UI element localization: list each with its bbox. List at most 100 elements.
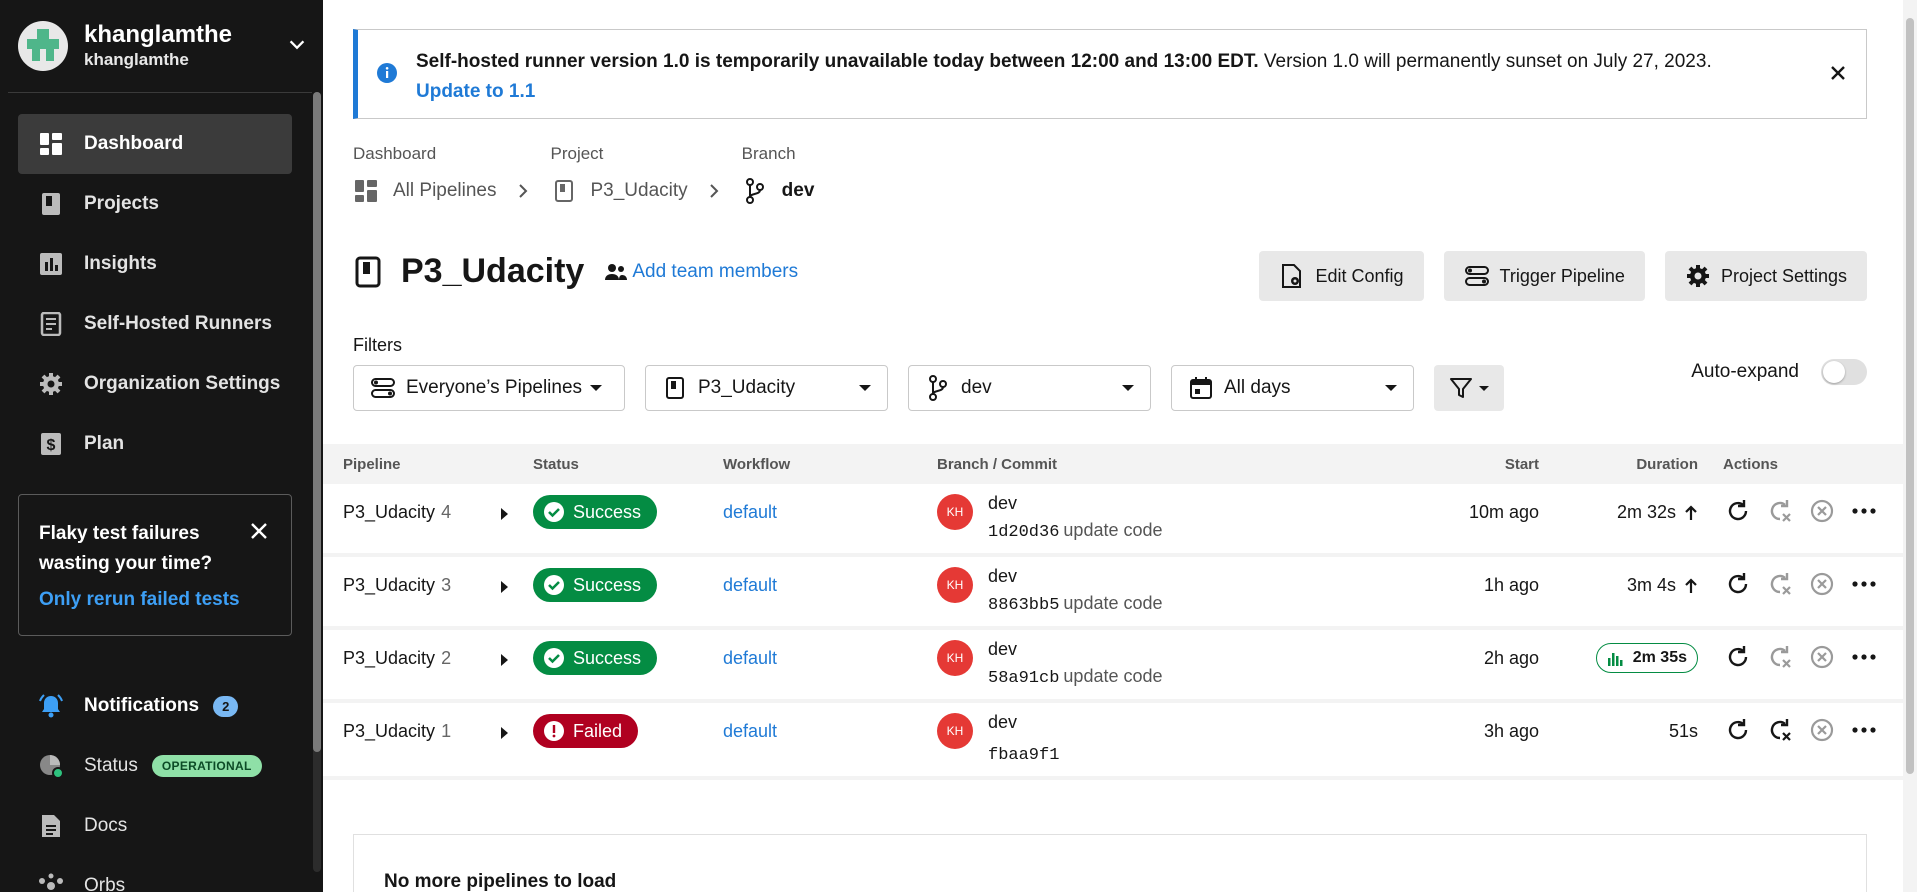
breadcrumb-value: P3_Udacity [590,180,688,201]
cancel-icon[interactable] [1807,642,1837,672]
sidebar-divider [8,92,312,93]
advanced-filter-button[interactable] [1434,365,1504,411]
page-scrollbar-thumb[interactable] [1906,18,1914,774]
pipeline-link[interactable]: P3_Udacity 3 [343,575,451,596]
sidebar-item-runners[interactable]: Self-Hosted Runners [18,294,292,354]
commit-message: update code [1063,520,1163,540]
expand-triangle-icon[interactable] [501,581,508,593]
sidebar-item-dashboard[interactable]: Dashboard [18,114,292,174]
workflow-link[interactable]: default [723,575,777,596]
workflow-link[interactable]: default [723,721,777,742]
pipeline-link[interactable]: P3_Udacity 4 [343,502,451,523]
expand-triangle-icon[interactable] [501,727,508,739]
commit-hash[interactable]: fbaa9f1 [988,746,1059,765]
docs-icon [38,813,64,839]
select-value: P3_Udacity [698,377,796,398]
column-header-duration: Duration [1636,456,1698,473]
branch-link[interactable]: dev [988,566,1017,587]
toggle-knob [1823,361,1845,383]
rerun-icon[interactable] [1723,496,1753,526]
sidebar-scrollbar-thumb[interactable] [313,92,321,752]
sidebar-bottom-nav: Notifications 2 Status OPERATIONAL Docs … [18,676,292,892]
rerun-icon[interactable] [1723,715,1753,745]
sidebar-item-insights[interactable]: Insights [18,234,292,294]
commit-hash[interactable]: 8863bb5 [988,596,1059,615]
banner-text: Self-hosted runner version 1.0 is tempor… [416,47,1816,107]
edit-config-button[interactable]: Edit Config [1259,251,1424,301]
sidebar-item-label: Notifications [84,695,200,716]
chevron-down-icon[interactable] [286,34,308,56]
days-filter-select[interactable]: All days [1171,365,1414,411]
breadcrumb-link-all-pipelines[interactable]: All Pipelines [353,178,531,204]
commit-hash[interactable]: 1d20d36 [988,523,1059,542]
duration: 2m 32s [1617,502,1698,523]
page-scrollbar[interactable] [1903,0,1917,892]
cancel-icon[interactable] [1807,496,1837,526]
project-settings-button[interactable]: Project Settings [1664,251,1867,301]
sidebar-item-notifications[interactable]: Notifications 2 [18,676,292,736]
rerun-failed-icon[interactable] [1765,569,1795,599]
branch-link[interactable]: dev [988,639,1017,660]
breadcrumb-current-branch: dev [742,178,815,204]
status-badge[interactable]: Success [533,568,658,602]
sidebar-item-org-settings[interactable]: Organization Settings [18,354,292,414]
orbs-icon [38,873,64,892]
cancel-icon[interactable] [1807,569,1837,599]
table-row: P3_Udacity 4 Success default KH dev 1d20d36 upd… [323,484,1903,557]
sidebar-scrollbar[interactable] [313,92,321,872]
sidebar-item-label: Status [84,755,138,776]
rerun-failed-icon[interactable] [1765,642,1795,672]
close-icon[interactable] [249,521,269,541]
more-options-icon[interactable] [1849,642,1879,672]
duration-insights-badge[interactable]: 2m 35s [1595,643,1698,673]
table-row: P3_Udacity 3 Success default KH dev 8863bb5 upd… [323,557,1903,630]
caret-down-icon [1122,385,1134,391]
auto-expand-control: Auto-expand [1691,359,1867,385]
status-badge[interactable]: Success [533,641,658,675]
pipeline-link[interactable]: P3_Udacity 1 [343,721,451,742]
promo-link[interactable]: Only rerun failed tests [39,589,271,611]
cancel-icon[interactable] [1807,715,1837,745]
more-options-icon[interactable] [1849,569,1879,599]
close-icon[interactable] [1828,63,1848,83]
gear-icon [1685,263,1711,289]
branch-link[interactable]: dev [988,493,1017,514]
start-time: 3h ago [1483,721,1539,741]
org-username: khanglamthe [84,50,189,69]
add-team-members-link[interactable]: Add team members [604,261,798,283]
info-icon [377,63,397,83]
sidebar-item-docs[interactable]: Docs [18,796,292,856]
breadcrumb-link-project[interactable]: P3_Udacity [551,178,722,204]
project-icon [353,255,383,289]
expand-triangle-icon[interactable] [501,508,508,520]
sidebar-item-status[interactable]: Status OPERATIONAL [18,736,292,796]
expand-triangle-icon[interactable] [501,654,508,666]
status-badge[interactable]: Failed [533,714,639,748]
rerun-failed-icon[interactable] [1765,496,1795,526]
status-badge: OPERATIONAL [151,755,262,777]
rerun-icon[interactable] [1723,569,1753,599]
org-switcher[interactable]: khanglamthe khanglamthe [18,20,308,72]
project-filter-select[interactable]: P3_Udacity [645,365,888,411]
workflow-link[interactable]: default [723,648,777,669]
auto-expand-toggle[interactable] [1821,359,1867,385]
more-options-icon[interactable] [1849,715,1879,745]
rerun-icon[interactable] [1723,642,1753,672]
branch-filter-select[interactable]: dev [908,365,1151,411]
more-options-icon[interactable] [1849,496,1879,526]
commit-hash[interactable]: 58a91cb [988,669,1059,688]
breadcrumb-value: dev [781,180,815,201]
status-badge[interactable]: Success [533,495,658,529]
sidebar-item-projects[interactable]: Projects [18,174,292,234]
sidebar-item-plan[interactable]: $ Plan [18,414,292,474]
table-header: Pipeline Status Workflow Branch / Commit… [323,444,1903,484]
sidebar-item-label: Plan [84,433,125,454]
workflow-link[interactable]: default [723,502,777,523]
rerun-failed-icon[interactable] [1765,715,1795,745]
pipeline-link[interactable]: P3_Udacity 2 [343,648,451,669]
pipelines-filter-select[interactable]: Everyone’s Pipelines [353,365,625,411]
trigger-pipeline-button[interactable]: Trigger Pipeline [1443,251,1645,301]
branch-link[interactable]: dev [988,712,1017,733]
banner-update-link[interactable]: Update to 1.1 [416,81,535,102]
sidebar-item-orbs[interactable]: Orbs [18,856,292,892]
